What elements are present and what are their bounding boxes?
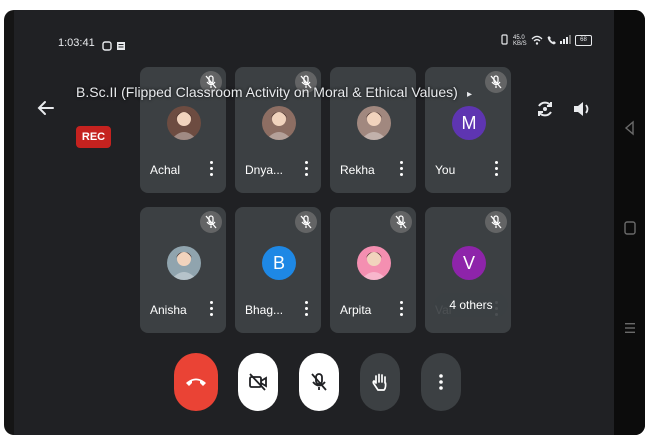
participant-name: Arpita: [340, 303, 372, 317]
end-call-button[interactable]: [174, 353, 218, 411]
mic-off-icon: [485, 211, 507, 233]
participant-name: You: [435, 163, 456, 177]
system-nav-bar: [614, 10, 645, 435]
mic-off-icon: [295, 211, 317, 233]
call-icon: [547, 35, 556, 47]
more-options-button[interactable]: [421, 353, 461, 411]
message-icon: [116, 38, 126, 56]
avatar: [167, 246, 201, 280]
meet-screen: 1:03:41 45.0 KB/S 68 B.Sc.II (Flipped Cl…: [14, 10, 614, 435]
participant-tile[interactable]: Arpita: [330, 207, 416, 333]
participant-name: Achal: [150, 163, 181, 177]
participant-name: Rekha: [340, 163, 375, 177]
tile-more-icon[interactable]: [208, 161, 214, 177]
raise-hand-button[interactable]: [360, 353, 400, 411]
tile-more-icon[interactable]: [303, 301, 309, 317]
tile-more-icon[interactable]: [303, 161, 309, 177]
battery-icon: 68: [575, 35, 592, 46]
tile-more-icon[interactable]: [398, 301, 404, 317]
switch-camera-icon[interactable]: [534, 98, 556, 120]
recording-badge: REC: [76, 126, 111, 148]
avatar: [357, 246, 391, 280]
participant-tile[interactable]: Anisha: [140, 207, 226, 333]
back-arrow-icon[interactable]: [36, 98, 56, 118]
avatar: [167, 106, 201, 140]
vibrate-icon: [500, 34, 509, 47]
nav-back-icon[interactable]: [622, 120, 638, 136]
wifi-icon: [531, 35, 543, 47]
meeting-title[interactable]: B.Sc.II (Flipped Classroom Activity on M…: [76, 84, 458, 100]
others-badge[interactable]: 4 others: [434, 293, 508, 317]
title-chevron-icon[interactable]: ▸: [467, 89, 472, 100]
camera-toggle-button[interactable]: [238, 353, 278, 411]
status-time: 1:03:41: [58, 37, 95, 49]
mic-off-icon: [200, 211, 222, 233]
participant-name: Anisha: [150, 303, 187, 317]
nav-home-icon[interactable]: [622, 220, 638, 236]
notification-icon: [102, 38, 112, 56]
tile-more-icon[interactable]: [493, 161, 499, 177]
participant-name: Dnya...: [245, 163, 284, 177]
avatar: [262, 106, 296, 140]
participant-tile[interactable]: B Bhag...: [235, 207, 321, 333]
mic-off-icon: [390, 211, 412, 233]
status-icons: 45.0 KB/S 68: [500, 34, 592, 47]
network-speed: 45.0 KB/S: [513, 34, 527, 47]
tile-more-icon[interactable]: [208, 301, 214, 317]
phone-frame: 1:03:41 45.0 KB/S 68 B.Sc.II (Flipped Cl…: [4, 10, 645, 435]
mic-off-icon: [485, 71, 507, 93]
avatar: M: [452, 106, 486, 140]
avatar: B: [262, 246, 296, 280]
nav-recents-icon[interactable]: [622, 320, 638, 336]
avatar: V: [452, 246, 486, 280]
tile-more-icon[interactable]: [398, 161, 404, 177]
speaker-icon[interactable]: [571, 98, 593, 120]
participant-name: Bhag...: [245, 303, 284, 317]
mic-toggle-button[interactable]: [299, 353, 339, 411]
signal-icon: [560, 35, 571, 46]
avatar: [357, 106, 391, 140]
